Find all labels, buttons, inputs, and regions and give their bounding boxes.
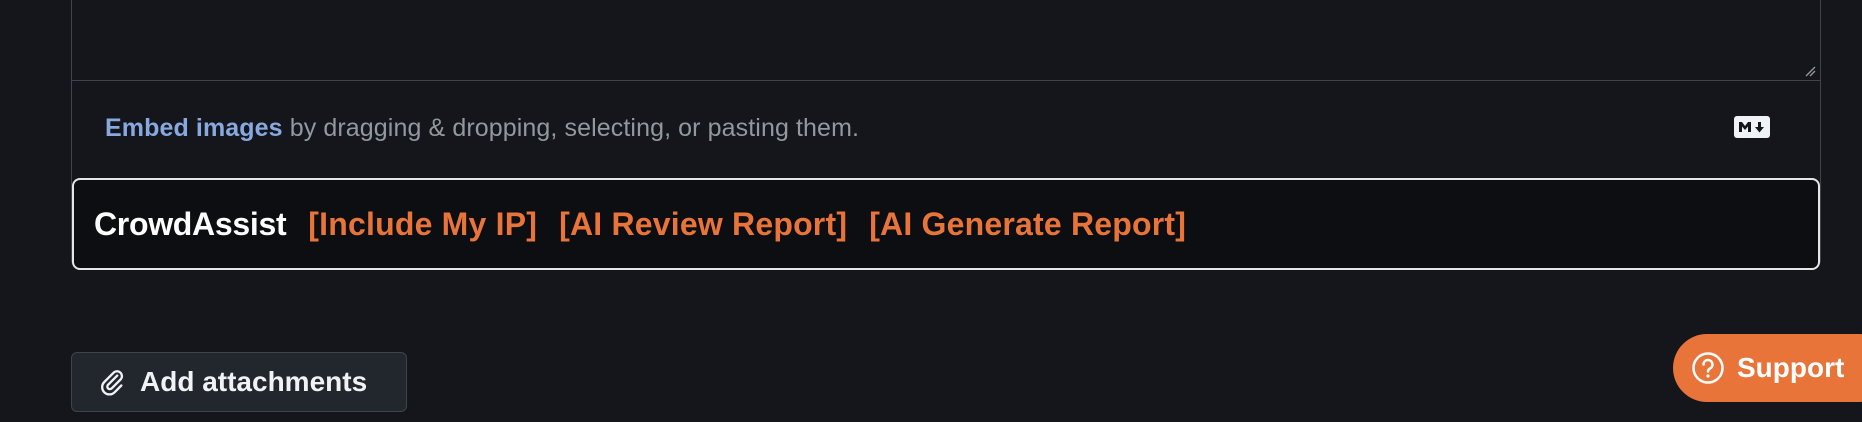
ai-generate-report-link[interactable]: [AI Generate Report]: [869, 206, 1186, 243]
embed-images-hint: Embed images by dragging & dropping, sel…: [105, 114, 859, 143]
help-circle-icon: [1692, 352, 1724, 384]
ai-review-report-link[interactable]: [AI Review Report]: [559, 206, 847, 243]
resize-grip-icon[interactable]: [1804, 65, 1816, 77]
add-attachments-button[interactable]: Add attachments: [71, 352, 407, 412]
crowdassist-title: CrowdAssist: [94, 205, 287, 242]
include-my-ip-link[interactable]: [Include My IP]: [308, 206, 537, 243]
markdown-icon[interactable]: [1734, 116, 1770, 138]
page: Embed images by dragging & dropping, sel…: [0, 0, 1862, 422]
support-button[interactable]: Support: [1673, 334, 1862, 402]
add-attachments-label: Add attachments: [140, 366, 368, 397]
support-label: Support: [1737, 352, 1845, 383]
embed-images-text: by dragging & dropping, selecting, or pa…: [282, 114, 860, 142]
paperclip-icon: [101, 370, 124, 396]
embed-images-link[interactable]: Embed images: [105, 114, 283, 142]
crowdassist-bar: CrowdAssist [Include My IP] [AI Review R…: [72, 178, 1820, 270]
comment-textarea[interactable]: [72, 0, 1820, 81]
